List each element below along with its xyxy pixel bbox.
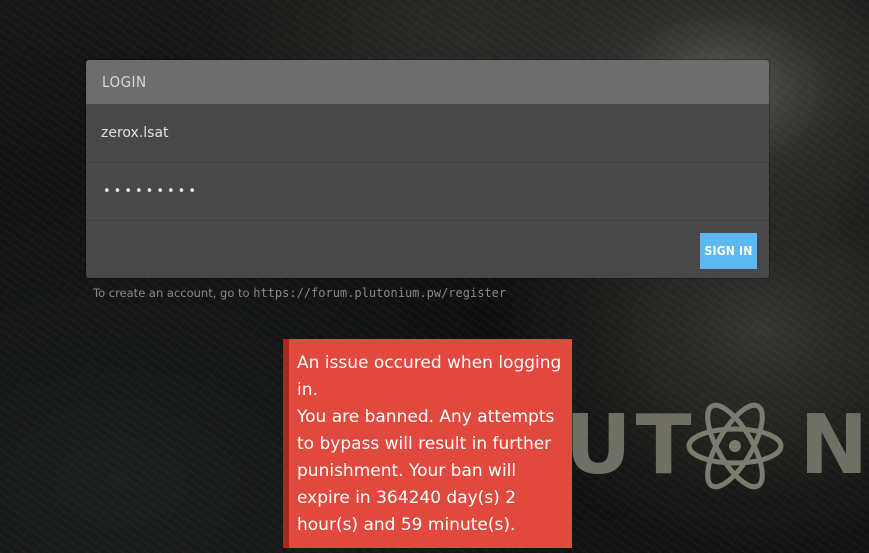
register-hint: To create an account, go to https://foru… <box>93 286 506 300</box>
login-title: LOGIN <box>102 73 147 91</box>
plutonium-logo: UT N <box>565 394 869 504</box>
sign-in-button[interactable]: SIGN IN <box>700 233 757 269</box>
logo-text-left: UT <box>565 398 696 493</box>
error-notification: An issue occured when logging in. You ar… <box>283 339 572 548</box>
username-row <box>86 104 769 163</box>
password-field[interactable]: ••••••••• <box>101 184 199 199</box>
logo-text-right: N <box>799 398 869 493</box>
atom-icon <box>686 402 784 490</box>
login-actions: SIGN IN <box>86 221 769 278</box>
login-header: LOGIN <box>86 60 769 104</box>
register-link[interactable]: https://forum.plutonium.pw/register <box>253 286 506 300</box>
password-row[interactable]: ••••••••• <box>86 163 769 221</box>
register-hint-prefix: To create an account, go to <box>93 286 254 300</box>
username-field[interactable] <box>101 125 741 141</box>
error-message: An issue occured when logging in. You ar… <box>297 353 562 535</box>
login-panel: LOGIN ••••••••• SIGN IN <box>86 60 769 278</box>
